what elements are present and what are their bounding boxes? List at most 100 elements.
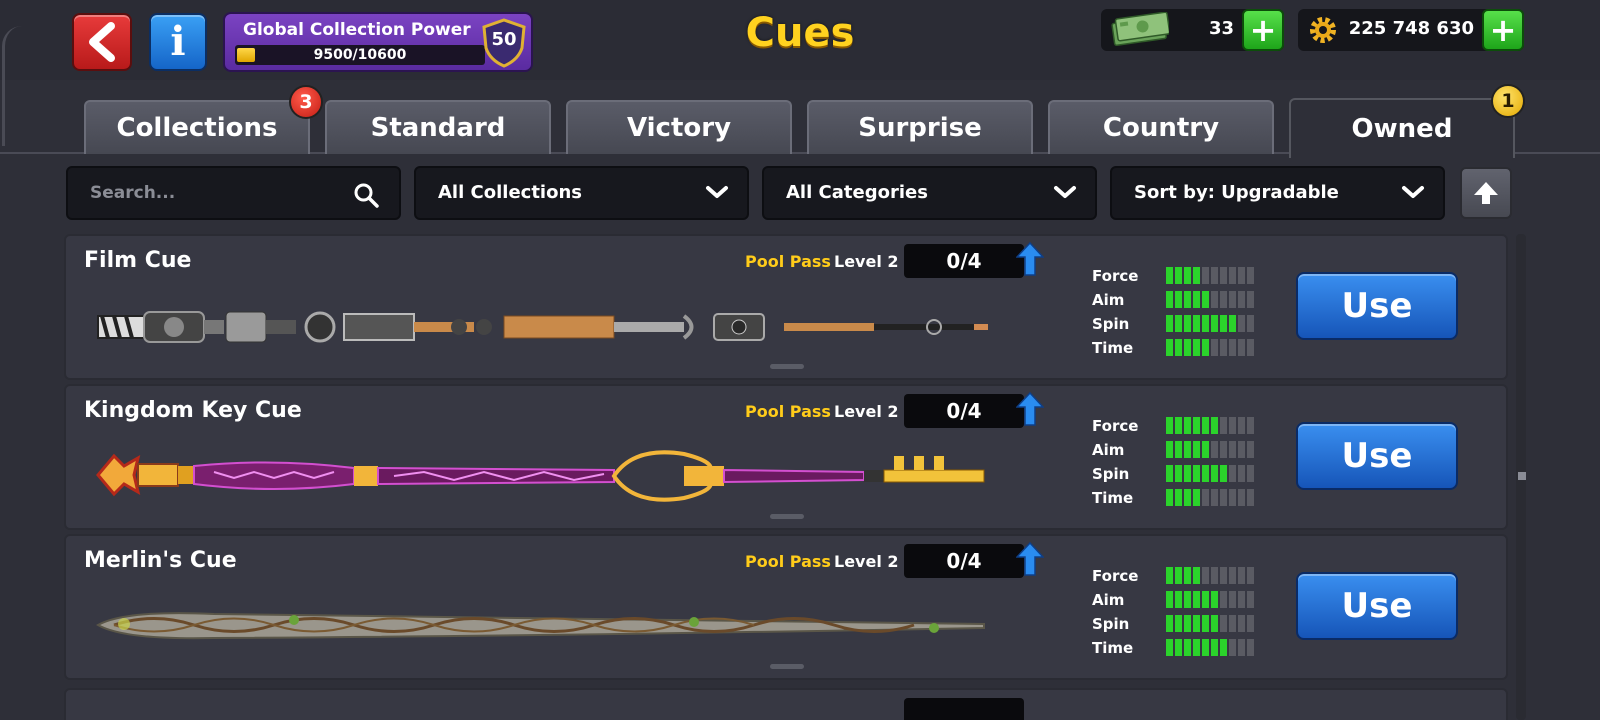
- stat-segment: [1229, 417, 1236, 434]
- stat-segment: [1193, 291, 1200, 308]
- stat-segment: [1247, 591, 1254, 608]
- stat-label: Force: [1092, 267, 1139, 285]
- stat-force: Force: [1092, 264, 1262, 288]
- stat-label: Aim: [1092, 291, 1125, 309]
- stat-segment: [1229, 567, 1236, 584]
- tab-country[interactable]: Country: [1048, 100, 1274, 154]
- search-icon[interactable]: [353, 182, 379, 208]
- stat-segment: [1220, 591, 1227, 608]
- decorative-arc: [2, 26, 22, 146]
- cash-balance: 33 +: [1101, 9, 1284, 51]
- stat-segment: [1193, 489, 1200, 506]
- stat-segment: [1175, 567, 1182, 584]
- stat-segment: [1184, 465, 1191, 482]
- upgrade-progress: 0/4: [904, 244, 1024, 278]
- tab-victory[interactable]: Victory: [566, 100, 792, 154]
- upgrade-arrow-icon[interactable]: [1016, 542, 1044, 576]
- stat-segment: [1211, 339, 1218, 356]
- sort-order-button[interactable]: [1460, 167, 1512, 219]
- stat-segment: [1220, 567, 1227, 584]
- use-cue-button[interactable]: Use: [1296, 422, 1458, 490]
- stat-segment: [1184, 291, 1191, 308]
- coins-value: 225 748 630: [1348, 18, 1474, 39]
- drag-handle[interactable]: [770, 364, 804, 369]
- stat-label: Time: [1092, 339, 1134, 357]
- add-cash-button[interactable]: +: [1242, 9, 1284, 51]
- stat-segment: [1220, 315, 1227, 332]
- stat-segment: [1247, 465, 1254, 482]
- stat-segment: [1238, 489, 1245, 506]
- stat-label: Time: [1092, 489, 1134, 507]
- stat-segment: [1184, 591, 1191, 608]
- use-cue-button[interactable]: Use: [1296, 272, 1458, 340]
- stat-segment: [1211, 315, 1218, 332]
- stat-segment: [1202, 417, 1209, 434]
- stat-segment: [1175, 291, 1182, 308]
- stat-segment: [1202, 567, 1209, 584]
- global-collection-power[interactable]: Global Collection Power 9500/10600 50: [223, 12, 533, 72]
- sort-dropdown[interactable]: Sort by: Upgradable: [1110, 166, 1445, 220]
- cash-icon: [1111, 12, 1169, 46]
- stat-segment: [1247, 291, 1254, 308]
- stat-segment: [1166, 339, 1173, 356]
- stat-bar: [1166, 567, 1254, 584]
- stat-bar: [1166, 291, 1254, 308]
- stat-segment: [1202, 441, 1209, 458]
- add-coins-button[interactable]: +: [1482, 9, 1524, 51]
- info-icon: i: [170, 18, 186, 65]
- stat-segment: [1184, 615, 1191, 632]
- stat-segment: [1247, 315, 1254, 332]
- stat-label: Aim: [1092, 441, 1125, 459]
- stat-segment: [1229, 591, 1236, 608]
- pool-pass-label: Pool Pass: [745, 252, 831, 271]
- collections-dropdown[interactable]: All Collections: [414, 166, 749, 220]
- stat-segment: [1166, 465, 1173, 482]
- stat-segment: [1220, 489, 1227, 506]
- stat-bar: [1166, 267, 1254, 284]
- use-cue-button[interactable]: Use: [1296, 572, 1458, 640]
- tab-standard[interactable]: Standard: [325, 100, 551, 154]
- back-button[interactable]: [72, 13, 132, 71]
- upgrade-progress: 0/4: [904, 544, 1024, 578]
- stat-segment: [1220, 417, 1227, 434]
- info-button[interactable]: i: [149, 13, 207, 71]
- stat-bar: [1166, 489, 1254, 506]
- stat-segment: [1175, 441, 1182, 458]
- tab-owned[interactable]: Owned: [1289, 98, 1515, 158]
- search-placeholder: Search...: [90, 183, 176, 203]
- stat-segment: [1238, 339, 1245, 356]
- cue-level: Level 2: [834, 402, 899, 421]
- cue-name: Kingdom Key Cue: [84, 398, 302, 423]
- stat-segment: [1166, 291, 1173, 308]
- stat-segment: [1229, 489, 1236, 506]
- stat-segment: [1184, 339, 1191, 356]
- drag-handle[interactable]: [770, 664, 804, 669]
- cue-card-partial: [64, 688, 1508, 720]
- stat-label: Spin: [1092, 315, 1130, 333]
- stat-label: Force: [1092, 417, 1139, 435]
- tab-surprise[interactable]: Surprise: [807, 100, 1033, 154]
- upgrade-arrow-icon[interactable]: [1016, 392, 1044, 426]
- stat-segment: [1184, 441, 1191, 458]
- stat-segment: [1211, 567, 1218, 584]
- cue-list: Film Cue Pool Pass Level 2 0/4 Force Aim…: [64, 234, 1508, 720]
- categories-dropdown[interactable]: All Categories: [762, 166, 1097, 220]
- kingdom-key-cue-image: [96, 450, 985, 502]
- stat-segment: [1193, 567, 1200, 584]
- stat-aim: Aim: [1092, 288, 1262, 312]
- cue-stats: Force Aim Spin Time: [1092, 564, 1262, 660]
- stat-segment: [1202, 489, 1209, 506]
- cash-value: 33: [1208, 18, 1234, 39]
- stat-segment: [1175, 315, 1182, 332]
- stat-segment: [1184, 267, 1191, 284]
- stat-spin: Spin: [1092, 462, 1262, 486]
- search-input[interactable]: Search...: [66, 166, 401, 220]
- plus-icon: +: [1489, 11, 1517, 49]
- scrollbar-thumb[interactable]: [1518, 472, 1526, 480]
- tab-label: Owned: [1351, 114, 1453, 144]
- tab-collections[interactable]: Collections: [84, 100, 310, 154]
- stat-time: Time: [1092, 336, 1262, 360]
- drag-handle[interactable]: [770, 514, 804, 519]
- upgrade-arrow-icon[interactable]: [1016, 242, 1044, 276]
- stat-segment: [1166, 315, 1173, 332]
